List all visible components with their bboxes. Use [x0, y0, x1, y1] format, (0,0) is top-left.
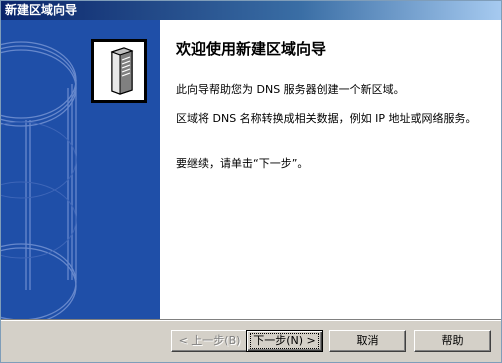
next-button-label: 下一步(N) > — [250, 333, 319, 349]
back-button[interactable]: < 上一步(B) — [171, 330, 248, 352]
cancel-button[interactable]: 取消 — [329, 330, 406, 352]
wizard-sidebar — [1, 20, 160, 319]
help-button[interactable]: 帮助 — [414, 330, 491, 352]
server-icon — [110, 47, 134, 95]
wizard-text-panel: 欢迎使用新建区域向导 此向导帮助您为 DNS 服务器创建一个新区域。 区域将 D… — [160, 20, 501, 319]
wizard-heading: 欢迎使用新建区域向导 — [176, 40, 327, 58]
title-bar[interactable]: 新建区域向导 — [1, 1, 501, 20]
next-button[interactable]: 下一步(N) > — [246, 330, 323, 352]
wizard-intro-text: 此向导帮助您为 DNS 服务器创建一个新区域。 — [176, 83, 405, 96]
wizard-zone-description: 区域将 DNS 名称转换成相关数据，例如 IP 地址或网络服务。 — [176, 112, 477, 125]
window-title: 新建区域向导 — [5, 3, 78, 17]
button-separator — [1, 319, 501, 320]
wizard-content: 欢迎使用新建区域向导 此向导帮助您为 DNS 服务器创建一个新区域。 区域将 D… — [1, 20, 501, 319]
wizard-window: 新建区域向导 欢迎使用新建区域向导 此向导帮助您为 DNS 服务器创建一个新区域… — [0, 0, 502, 363]
wizard-continue-instruction: 要继续，请单击“下一步”。 — [176, 157, 309, 170]
server-logo — [91, 39, 147, 103]
